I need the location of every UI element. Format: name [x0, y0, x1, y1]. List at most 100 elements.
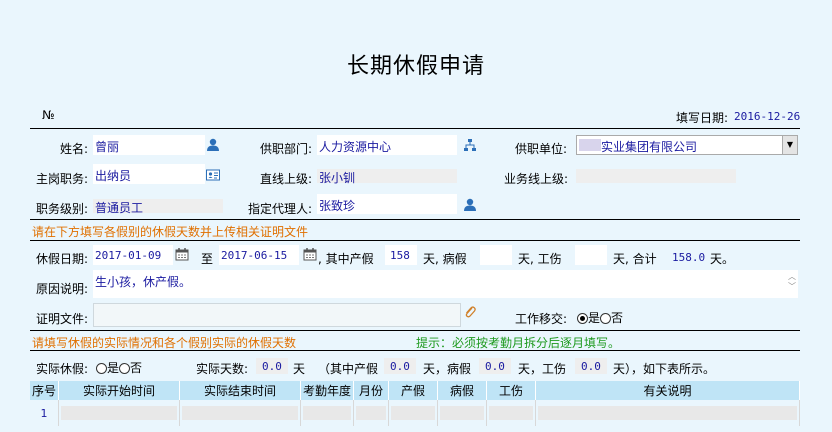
- sick-cell[interactable]: [437, 400, 487, 426]
- monthly-split-note: 提示：必须按考勤月拆分后逐月填写。: [416, 336, 621, 350]
- total-days-value: 158.0: [672, 251, 706, 264]
- section-hint-leave: 请在下方填写各假别的休假天数并上传相关证明文件: [32, 225, 309, 239]
- start-date-value: 2017-01-09: [95, 249, 162, 262]
- business-superior-label: 业务线上级:: [504, 172, 569, 186]
- col-header-no: 序号: [30, 381, 59, 400]
- reason-value: 生小孩，休产假。: [95, 275, 192, 289]
- divider: [30, 128, 800, 129]
- business-superior-field: [576, 169, 736, 183]
- table-row: 1: [30, 400, 800, 426]
- unit-masked-prefix: [579, 139, 601, 151]
- name-field[interactable]: 曾丽: [93, 135, 205, 155]
- paperclip-icon[interactable]: [463, 305, 477, 319]
- handover-radio-group: 是否: [577, 309, 623, 326]
- section-hint-actual: 请填写休假的实际情况和各个假别实际的休假天数: [32, 336, 297, 350]
- post-field[interactable]: 出纳员: [93, 164, 205, 184]
- actual-sick-label: 天，病假: [423, 362, 472, 376]
- level-value: 普通员工: [95, 201, 144, 215]
- fill-date-label: 填写日期:: [676, 111, 729, 125]
- proof-label: 证明文件:: [36, 312, 89, 326]
- maternity-label: , 其中产假: [318, 252, 374, 266]
- level-label: 职务级别:: [36, 202, 89, 216]
- injury-days-field[interactable]: [575, 245, 607, 265]
- reason-textarea[interactable]: 生小孩，休产假。 ︿ ﹀: [93, 270, 798, 298]
- dept-value: 人力资源中心: [319, 140, 392, 154]
- injury-cell[interactable]: [486, 400, 536, 426]
- name-label: 姓名:: [60, 142, 89, 156]
- end-date-field[interactable]: 2017-06-15: [219, 245, 299, 265]
- unit-value: 实业集团有限公司: [601, 140, 698, 154]
- id-card-icon[interactable]: [206, 168, 220, 182]
- actual-days-value: 0.0: [262, 360, 282, 373]
- fill-date-value: 2016-12-26: [734, 110, 801, 123]
- row-number: 1: [30, 400, 59, 426]
- post-value: 出纳员: [95, 169, 132, 183]
- col-header-start: 实际开始时间: [58, 381, 180, 400]
- actual-no-label: 否: [130, 361, 143, 375]
- actual-no-radio[interactable]: [119, 363, 131, 374]
- year-cell[interactable]: [300, 400, 354, 426]
- handover-yes-radio[interactable]: [577, 313, 588, 324]
- end-time-cell[interactable]: [179, 400, 301, 426]
- textarea-resize-handle[interactable]: ︿ ﹀: [788, 272, 796, 292]
- divider: [30, 350, 800, 351]
- page-title: 长期休假申请: [346, 54, 485, 79]
- unit-select[interactable]: 实业集团有限公司 ▼: [576, 135, 798, 155]
- dept-field[interactable]: 人力资源中心: [317, 135, 457, 155]
- line-superior-value: 张小钏: [319, 171, 356, 185]
- agent-label: 指定代理人:: [248, 202, 313, 216]
- reason-label: 原因说明:: [36, 282, 89, 296]
- agent-value: 张致珍: [319, 199, 356, 213]
- actual-days-label: 实际天数:: [196, 362, 249, 376]
- post-label: 主岗职务:: [36, 172, 89, 186]
- col-header-year: 考勤年度: [300, 381, 354, 400]
- actual-yes-radio[interactable]: [96, 363, 107, 374]
- actual-leave-label: 实际休假:: [36, 362, 89, 376]
- dropdown-arrow-icon[interactable]: ▼: [782, 136, 797, 154]
- end-date-value: 2017-06-15: [221, 249, 288, 262]
- maternity-days-field[interactable]: 158: [385, 245, 417, 265]
- col-header-month: 月份: [353, 381, 389, 400]
- person-icon[interactable]: [206, 138, 220, 152]
- divider: [30, 240, 800, 241]
- handover-no-radio[interactable]: [600, 313, 612, 324]
- name-value: 曾丽: [95, 140, 120, 154]
- month-cell[interactable]: [353, 400, 389, 426]
- col-header-end: 实际结束时间: [179, 381, 301, 400]
- divider: [30, 219, 800, 220]
- actual-days-unit: 天: [293, 362, 306, 376]
- col-header-maternity: 产假: [388, 381, 438, 400]
- total-label: 天, 合计: [613, 252, 657, 266]
- actual-sick-value: 0.0: [485, 360, 505, 373]
- calendar-icon[interactable]: [303, 247, 317, 261]
- calendar-icon[interactable]: [175, 247, 189, 261]
- leave-date-label: 休假日期:: [36, 252, 89, 266]
- actual-tail-label: 天），如下表所示。: [613, 362, 716, 376]
- total-unit-label: 天。: [710, 252, 735, 266]
- form-number-label: №: [42, 108, 55, 122]
- actual-injury-value: 0.0: [581, 360, 601, 373]
- sick-label: 天, 病假: [423, 252, 467, 266]
- handover-no-label: 否: [611, 311, 624, 325]
- person-icon[interactable]: [463, 198, 477, 212]
- sick-days-field[interactable]: [480, 245, 512, 265]
- line-superior-field: 张小钏: [317, 169, 457, 185]
- col-header-remark: 有关说明: [535, 381, 800, 400]
- level-field: 普通员工: [93, 199, 223, 215]
- maternity-cell[interactable]: [388, 400, 438, 426]
- start-time-cell[interactable]: [58, 400, 180, 426]
- actual-injury-label: 天，工伤: [518, 362, 567, 376]
- proof-file-field[interactable]: [93, 303, 461, 327]
- dept-label: 供职部门:: [260, 142, 313, 156]
- org-chart-icon[interactable]: [463, 138, 477, 152]
- maternity-days-value: 158: [390, 249, 410, 262]
- start-date-field[interactable]: 2017-01-09: [93, 245, 173, 265]
- col-header-injury: 工伤: [486, 381, 536, 400]
- unit-label: 供职单位:: [515, 142, 568, 156]
- agent-field[interactable]: 张致珍: [317, 194, 457, 214]
- table-header-row: 序号 实际开始时间 实际结束时间 考勤年度 月份 产假 病假 工伤 有关说明: [30, 381, 800, 400]
- actual-maternity-label: （其中产假: [318, 362, 379, 376]
- actual-maternity-field: 0.0: [384, 358, 416, 374]
- remark-cell[interactable]: [535, 400, 800, 426]
- line-superior-label: 直线上级:: [260, 172, 313, 186]
